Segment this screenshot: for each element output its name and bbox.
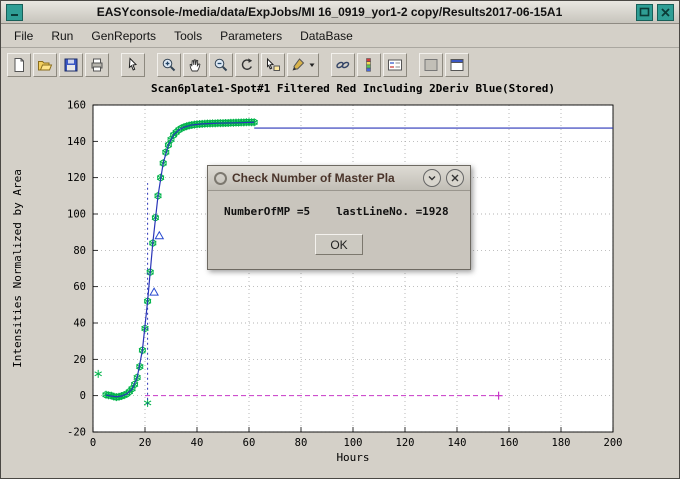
svg-text:Scan6plate1-Spot#1 Filtered Re: Scan6plate1-Spot#1 Filtered Red Includin… bbox=[151, 82, 555, 95]
menu-item-genreports[interactable]: GenReports bbox=[82, 26, 165, 46]
svg-text:200: 200 bbox=[604, 437, 623, 449]
link-plots-button[interactable] bbox=[331, 53, 355, 77]
hide-plot-tools-icon bbox=[423, 57, 439, 73]
svg-text:140: 140 bbox=[448, 437, 467, 449]
dialog-message: NumberOfMP =5 lastLineNo. =1928 bbox=[220, 205, 458, 218]
menu-item-tools[interactable]: Tools bbox=[165, 26, 211, 46]
menu-bar: FileRunGenReportsToolsParametersDataBase bbox=[1, 24, 679, 48]
dialog-message-numberofmp: NumberOfMP =5 bbox=[224, 205, 310, 218]
dock-figure-button[interactable] bbox=[445, 53, 469, 77]
titlebar: EASYconsole-/media/data/ExpJobs/MI 16_09… bbox=[1, 1, 679, 24]
svg-text:20: 20 bbox=[73, 354, 86, 366]
menu-item-parameters[interactable]: Parameters bbox=[211, 26, 291, 46]
svg-text:160: 160 bbox=[500, 437, 519, 449]
dialog-titlebar[interactable]: Check Number of Master Pla bbox=[208, 166, 470, 191]
figure-area: 0 20 40 60 80 100 120 140 160 180 200 -20 0 20 40 60 80 1… bbox=[1, 77, 679, 478]
zoom-in-button[interactable] bbox=[157, 53, 181, 77]
svg-text:0: 0 bbox=[90, 437, 96, 449]
svg-text:180: 180 bbox=[552, 437, 571, 449]
dock-figure-icon bbox=[449, 57, 465, 73]
dialog-check-number: Check Number of Master Pla NumberOfMP =5… bbox=[207, 165, 471, 270]
zoom-out-button[interactable] bbox=[209, 53, 233, 77]
rotate-3d-icon bbox=[239, 57, 255, 73]
svg-text:120: 120 bbox=[396, 437, 415, 449]
chart-canvas: 0 20 40 60 80 100 120 140 160 180 200 -20 0 20 40 60 80 1… bbox=[1, 77, 680, 479]
brush-icon bbox=[290, 57, 316, 73]
svg-text:-20: -20 bbox=[67, 427, 86, 439]
svg-text:60: 60 bbox=[73, 281, 86, 293]
svg-text:Hours: Hours bbox=[336, 451, 369, 464]
svg-text:100: 100 bbox=[67, 209, 86, 221]
close-icon[interactable] bbox=[657, 4, 674, 21]
rotate-3d-button[interactable] bbox=[235, 53, 259, 77]
zoom-out-icon bbox=[213, 57, 229, 73]
link-plots-icon bbox=[335, 57, 351, 73]
data-cursor-button[interactable] bbox=[261, 53, 285, 77]
menu-item-database[interactable]: DataBase bbox=[291, 26, 362, 46]
ok-button[interactable]: OK bbox=[315, 234, 363, 255]
minimize-icon[interactable] bbox=[6, 4, 23, 21]
insert-legend-button[interactable] bbox=[383, 53, 407, 77]
new-file-icon bbox=[11, 57, 27, 73]
zoom-in-icon bbox=[161, 57, 177, 73]
hide-plot-tools-button[interactable] bbox=[419, 53, 443, 77]
svg-text:120: 120 bbox=[67, 172, 86, 184]
print-button[interactable] bbox=[85, 53, 109, 77]
insert-colorbar-icon bbox=[361, 57, 377, 73]
insert-colorbar-button[interactable] bbox=[357, 53, 381, 77]
dialog-message-lastlineno: lastLineNo. =1928 bbox=[336, 205, 449, 218]
svg-text:40: 40 bbox=[73, 318, 86, 330]
open-file-button[interactable] bbox=[33, 53, 57, 77]
dialog-title: Check Number of Master Pla bbox=[232, 171, 418, 185]
save-icon bbox=[63, 57, 79, 73]
maximize-icon[interactable] bbox=[636, 4, 653, 21]
svg-text:40: 40 bbox=[191, 437, 204, 449]
svg-text:Intensities Normalized by Area: Intensities Normalized by Area bbox=[11, 169, 24, 368]
pan-hand-button[interactable] bbox=[183, 53, 207, 77]
brush-button[interactable] bbox=[287, 53, 319, 77]
svg-text:60: 60 bbox=[243, 437, 256, 449]
app-window: EASYconsole-/media/data/ExpJobs/MI 16_09… bbox=[0, 0, 680, 479]
dialog-collapse-icon[interactable] bbox=[423, 169, 441, 187]
menu-item-file[interactable]: File bbox=[5, 26, 42, 46]
svg-text:0: 0 bbox=[80, 390, 86, 402]
edit-plot-button[interactable] bbox=[121, 53, 145, 77]
dialog-body: NumberOfMP =5 lastLineNo. =1928 OK bbox=[208, 191, 470, 269]
svg-text:80: 80 bbox=[73, 245, 86, 257]
dialog-close-icon[interactable] bbox=[446, 169, 464, 187]
svg-text:20: 20 bbox=[139, 437, 152, 449]
print-icon bbox=[89, 57, 105, 73]
insert-legend-icon bbox=[387, 57, 403, 73]
save-button[interactable] bbox=[59, 53, 83, 77]
svg-text:140: 140 bbox=[67, 136, 86, 148]
new-file-button[interactable] bbox=[7, 53, 31, 77]
svg-text:100: 100 bbox=[344, 437, 363, 449]
svg-text:160: 160 bbox=[67, 100, 86, 112]
edit-plot-icon bbox=[125, 57, 141, 73]
dialog-app-icon bbox=[214, 172, 227, 185]
window-title: EASYconsole-/media/data/ExpJobs/MI 16_09… bbox=[25, 5, 634, 19]
svg-text:80: 80 bbox=[295, 437, 308, 449]
pan-hand-icon bbox=[187, 57, 203, 73]
data-cursor-icon bbox=[265, 57, 281, 73]
menu-item-run[interactable]: Run bbox=[42, 26, 82, 46]
open-file-icon bbox=[37, 57, 53, 73]
